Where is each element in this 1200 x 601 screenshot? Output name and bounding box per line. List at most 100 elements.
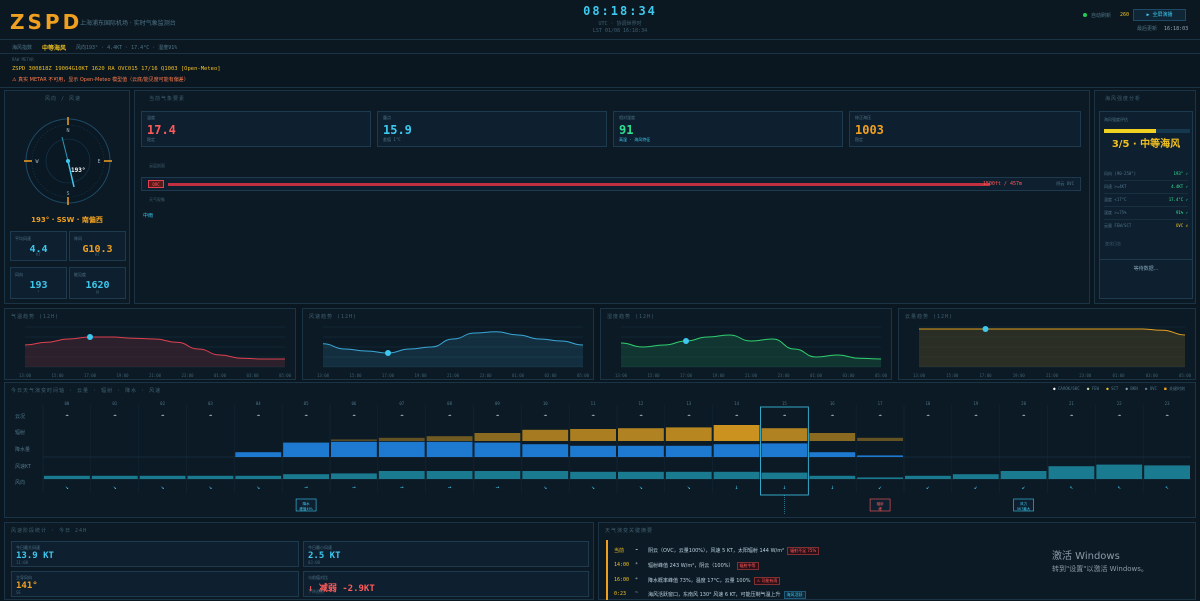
wind-arrow-icon: ↘ [543,484,547,491]
change-log-text: 等待数据... [1133,266,1159,272]
metar-warning: ⚠ 真实 METAR 不可用，显示 Open-Meteo 模型值（云底/能见度可… [12,77,189,83]
precip-bar [331,441,377,457]
wind-speed-bar [331,473,377,479]
cloud-icon: ☁ [352,411,356,418]
tick-label: 03:00 [842,373,855,378]
cloud-icon: ☁ [1070,411,1074,418]
callout-text: 峰值49% [299,506,313,511]
pressure-value: 1003 [855,123,884,137]
tick-label: 19:00 [1013,373,1026,378]
wind-card-direction: 风向 193 ° [10,267,67,299]
criteria-row: 温度 <17°C 17.4°C ✓ [1104,194,1188,207]
current-marker [683,338,689,344]
radiation-bar [474,433,521,441]
criteria-row: 风速 >=4KT 4.4KT ✓ [1104,181,1188,194]
stat-dominant-dir: 主导风向 141° SE [11,571,299,597]
hour-label: 12 [639,401,644,406]
wind-speed-bar [235,475,282,479]
cloud-icon: ☁ [926,411,930,418]
metar-text: ZSPD 300818Z 19004G10KT 1620 RA OVC015 1… [12,66,221,72]
cloud-icon: ☁ [1117,411,1121,418]
tick-label: 01:00 [214,373,227,378]
precip-bar [857,455,903,457]
wind-speed-bar [618,471,664,479]
hour-label: 13 [686,401,691,406]
tick-label: 13:00 [913,373,926,378]
windows-watermark: 激活 Windows 转到"设置"以激活 Windows。 [1052,547,1148,574]
event-item: 16:00 ☂ 降水概率峰值 73%，温度 17°C，云量 100% ⚠ 可能有雨 [606,574,1196,587]
humidity-trend-chart: 湿度趋势 (12H) 13:00 15:00 17:00 19:00 21:00 23:00… [600,308,892,380]
criteria-row: 云量 FEW/SCT OVC ✗ [1104,223,1188,228]
status-dot-icon [1083,13,1087,17]
wind-speed-bar [474,471,521,479]
precip-bar [618,445,664,457]
wind-arrow-icon: → [304,484,308,491]
event-tag: 海风活跃 [783,591,806,599]
wind-speed-bar [1048,466,1095,479]
compass-n-label: N [66,128,69,134]
temperature-card: 温度 17.4 稳定 [141,111,371,147]
hour-label: 16 [830,401,835,406]
hour-label: 18 [926,401,931,406]
cloud-note: 阴云 OVC [1056,181,1074,186]
tick-label: 13:00 [317,373,330,378]
tick-label: 03:00 [1146,373,1159,378]
fullscreen-button[interactable]: ▶ 全屏演播 [1133,9,1186,21]
trend-area [25,337,285,367]
tick-label: 01:00 [810,373,823,378]
tick-label: 17:00 [382,373,395,378]
auto-refresh-label: 自动刷新 [1091,13,1112,19]
utc-clock: 08:18:34 [583,4,657,18]
sea-breeze-subtitle: 海风强度评估 [1104,117,1128,122]
wind-speed-bar [713,471,760,479]
umbrella-icon: ☂ [635,576,639,582]
wind-card-gust: 阵风 G10.3 KT [69,231,126,261]
tick-label: 05:00 [1179,373,1192,378]
cloud-icon: ☁ [1165,411,1169,418]
radiation-bar [378,437,425,441]
precip-bar [761,443,808,457]
cloud-profile-track: OVC 1500ft / 457m 阴云 OVC [141,177,1081,191]
wind-stats-title: 风速阶段统计 · 今日 24H [11,528,88,534]
hour-label: 02 [160,401,165,406]
sea-breeze-index-value: 中等海风 [42,45,67,52]
humidity-card: 相对湿度 91 高湿 · 海风特征 [613,111,843,147]
cloud-profile-title: 云层剖面 [149,163,165,168]
wind-card-visibility: 能见度 1620 M [69,267,126,299]
events-title: 天气演变关键摘要 [605,528,654,534]
radiation-bar [618,428,664,441]
timeline-legend: ● CAVOK/SKC ● FEW ● SCT ● BKN ● OVC ■ 关键… [1053,386,1185,392]
wind-arrow-icon: ↙ [926,484,930,491]
pressure-card: 修正海压 1003 稳定 [849,111,1081,147]
hour-label: 04 [256,401,261,406]
hour-label: 03 [208,401,213,406]
tick-label: 21:00 [745,373,758,378]
tick-label: 21:00 [149,373,162,378]
last-update: 最后更新 16:18:03 [1137,25,1188,32]
sea-breeze-info-bar: 海风指数 中等海风 风向193° · 4.4KT · 17.4°C · 湿度91… [0,40,1200,54]
tick-label: 01:00 [1112,373,1125,378]
cloud-icon: ☁ [65,411,69,418]
compass-e-label: E [97,159,100,165]
wind-arrow-icon: ↘ [687,484,691,491]
wind-speed-bar [857,477,903,479]
cloud-icon: ☁ [783,411,787,418]
tick-label: 21:00 [1046,373,1059,378]
sea-breeze-index-label: 海风指数 [12,45,33,51]
tick-label: 03:00 [544,373,557,378]
wind-speed-bar [283,474,329,479]
radiation-bar [761,428,808,441]
wind-arrow-icon: ↘ [639,484,643,491]
sea-breeze-card: 海风强度评估 3/5 · 中等海风 风向 (90-250°) 193° ✓ 风速 … [1099,111,1193,261]
legend-item: ● CAVOK/SKC [1053,386,1080,391]
cloud-icon: ☁ [830,411,834,418]
radiation-bar [857,437,903,441]
wind-speed-bar [952,474,999,479]
lst-label: LST 01/08 16:18:34 [592,28,648,34]
wind-speed-bar [809,475,856,479]
wind-arrow-icon: ↘ [65,484,69,491]
wave-icon: ~ [635,590,639,596]
wind-arrow-icon: → [352,484,356,491]
hour-label: 08 [447,401,452,406]
compass-direction-value: 193° [71,167,85,174]
